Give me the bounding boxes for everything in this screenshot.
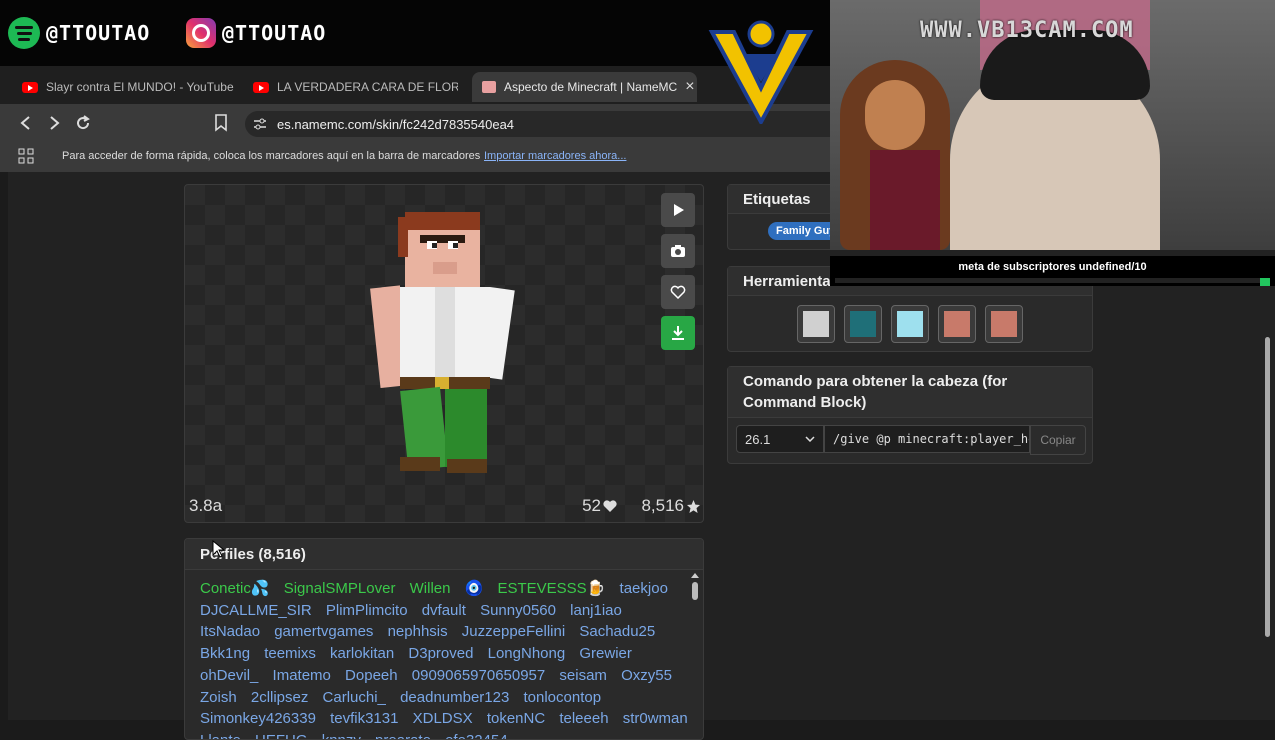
tool-skin-teal[interactable] [844,305,882,343]
camera-icon [671,245,685,257]
tab-youtube-2[interactable]: LA VERDADERA CARA DE FLORECITA [253,72,458,102]
download-icon [672,326,684,340]
mouse-cursor-icon [212,540,224,558]
screenshot-button[interactable] [661,234,695,268]
close-tab-icon[interactable]: × [685,78,694,96]
skin-head-icon [803,311,829,337]
profiles-title: Perfiles (8,516) [185,539,703,570]
profile-link[interactable]: Willen 🧿 [410,580,484,597]
site-settings-icon[interactable] [253,118,267,130]
webcam-overlay: WWW.VB13CAM.COM [830,0,1275,250]
star-icon [687,499,700,513]
youtube-icon [22,81,38,93]
subscriber-goal-marker [1260,278,1270,286]
import-bookmarks-link[interactable]: Importar marcadores ahora... [484,150,626,162]
play-icon [674,204,684,216]
command-card: Comando para obtener la cabeza (for Comm… [727,366,1093,464]
instagram-handle: @TTOUTAO [186,14,326,52]
reload-icon[interactable] [74,114,92,132]
skin-viewer[interactable]: 3.8a 52 8,516 [184,184,704,523]
version-select[interactable]: 26.1 [736,425,824,453]
tab-youtube-1[interactable]: Slayr contra El MUNDO! - YouTube [22,72,242,102]
youtube-icon [253,81,269,93]
page-scrollbar[interactable] [1265,337,1270,637]
subscriber-goal-bar: meta de subscriptores undefined/10 [830,256,1275,286]
cartoon-shirt [870,150,940,250]
spotify-handle: @TTOUTAO [8,14,150,52]
download-button[interactable] [661,316,695,350]
skin-render [370,212,515,473]
instagram-icon [186,18,216,48]
copy-button[interactable]: Copiar [1030,425,1086,455]
subscriber-goal-text: meta de subscriptores undefined/10 [958,261,1147,273]
cartoon-face [865,80,925,150]
back-icon[interactable] [18,115,34,131]
like-button[interactable] [661,275,695,309]
spotify-icon [8,17,40,49]
tool-skin-face[interactable] [938,305,976,343]
apps-grid-icon[interactable] [18,148,34,164]
skin-head-icon [850,311,876,337]
heart-icon [603,499,617,512]
profile-link[interactable]: Conetic💦 [200,580,270,597]
chevron-down-icon [805,436,815,442]
likes-count: 52 [582,496,617,516]
tool-skin-gray[interactable] [797,305,835,343]
heart-icon [670,285,686,299]
command-title: Comando para obtener la cabeza (for Comm… [728,367,1092,418]
command-input[interactable]: /give @p minecraft:player_head [824,425,1030,453]
play-animation-button[interactable] [661,193,695,227]
profile-links[interactable]: taekjoo DJCALLME_SIR PlimPlimcito dvfaul… [200,580,688,739]
channel-logo-icon [708,20,814,124]
skin-head-icon [991,311,1017,337]
cam-watermark: WWW.VB13CAM.COM [920,18,1134,43]
skin-head-icon [944,311,970,337]
profile-link[interactable]: SignalSMPLover [284,580,396,597]
profiles-card: Perfiles (8,516) Conetic💦 SignalSMPLover… [184,538,704,740]
bookmarks-hint: Para acceder de forma rápida, coloca los… [62,150,481,162]
namemc-icon [482,81,496,93]
namemc-page: 3.8a 52 8,516 Perfiles (8,516) Conetic💦 … [8,172,1275,740]
tool-skin-cyan[interactable] [891,305,929,343]
skin-age: 3.8a [189,496,223,515]
subscriber-goal-track [835,278,1265,283]
skin-head-icon [897,311,923,337]
forward-icon[interactable] [46,115,62,131]
tab-namemc[interactable]: Aspecto de Minecraft | NameMC × [472,72,697,102]
profiles-scrollbar[interactable] [691,573,699,603]
tool-skin-face-2[interactable] [985,305,1023,343]
profile-link[interactable]: ESTEVESSS🍺 [497,580,605,597]
bookmark-icon[interactable] [214,114,228,132]
stars-count: 8,516 [641,496,701,516]
bookmarks-bar: Para acceder de forma rápida, coloca los… [0,142,830,172]
profiles-list: Conetic💦 SignalSMPLover Willen 🧿 ESTEVES… [185,570,703,739]
